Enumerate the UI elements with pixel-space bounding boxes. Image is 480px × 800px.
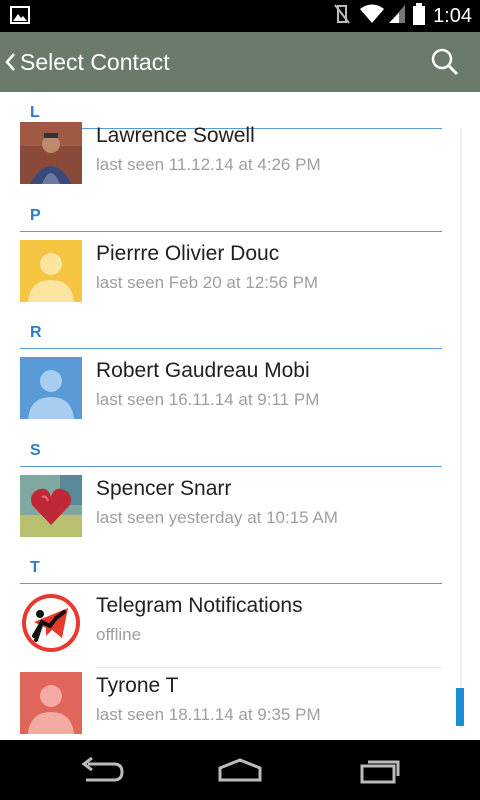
status-time: 1:04 [433,4,472,27]
placeholder-avatar [20,240,82,302]
home-nav-icon[interactable] [216,754,264,791]
contact-status: last seen Feb 20 at 12:56 PM [96,273,319,292]
back-chevron-icon[interactable] [4,52,16,77]
contact-row-pierrre[interactable]: Pierrre Olivier Douc last seen Feb 20 at… [20,240,442,316]
signal-icon [387,3,407,30]
contact-name: Pierrre Olivier Douc [96,242,280,265]
recent-apps-nav-icon[interactable] [358,754,404,791]
contact-name: Spencer Snarr [96,477,232,500]
section-letter: S [30,442,41,459]
section-header-s: S [20,430,442,467]
scrollbar-track [460,128,462,728]
photo-avatar [20,122,82,184]
contact-status: last seen 16.11.14 at 9:11 PM [96,390,320,409]
section-letter: L [30,104,40,121]
row-divider [96,667,442,668]
image-notification-icon [10,6,30,29]
contact-row-telegram-notifications[interactable]: Telegram Notifications offline [20,592,442,668]
contact-name: Telegram Notifications [96,594,303,617]
contact-name: Robert Gaudreau Mobi [96,359,310,382]
section-header-p: P [20,195,442,232]
placeholder-avatar [20,357,82,419]
telegram-avatar [20,592,82,654]
back-nav-icon[interactable] [78,754,124,791]
contact-list[interactable]: L Lawrence Sowell last seen 11.12.14 at … [0,92,480,740]
contact-status: offline [96,625,142,644]
wifi-icon [359,3,385,30]
contact-name: Tyrone T [96,674,179,697]
contact-status: last seen 18.11.14 at 9:35 PM [96,705,321,724]
contact-row-spencer[interactable]: Spencer Snarr last seen yesterday at 10:… [20,475,442,551]
search-icon[interactable] [430,47,460,82]
navigation-bar [0,740,480,800]
contact-row-lawrence[interactable]: Lawrence Sowell last seen 11.12.14 at 4:… [20,122,442,198]
section-letter: P [30,207,41,224]
section-letter: T [30,559,40,576]
scrollbar-thumb[interactable] [456,688,464,726]
placeholder-avatar [20,672,82,734]
contact-status: last seen 11.12.14 at 4:26 PM [96,155,321,174]
contact-status: last seen yesterday at 10:15 AM [96,508,338,527]
contact-name: Lawrence Sowell [96,124,255,147]
action-bar: Select Contact [0,32,480,92]
page-title[interactable]: Select Contact [20,49,170,76]
battery-icon [413,2,426,30]
heart-avatar [20,475,82,537]
contact-row-robert[interactable]: Robert Gaudreau Mobi last seen 16.11.14 … [20,357,442,433]
section-letter: R [30,324,42,341]
section-header-r: R [20,312,442,349]
status-bar: 1:04 [0,0,480,32]
contact-row-tyrone[interactable]: Tyrone T last seen 18.11.14 at 9:35 PM [20,672,442,740]
section-header-t: T [20,547,442,584]
vibrate-muted-icon [331,3,353,30]
